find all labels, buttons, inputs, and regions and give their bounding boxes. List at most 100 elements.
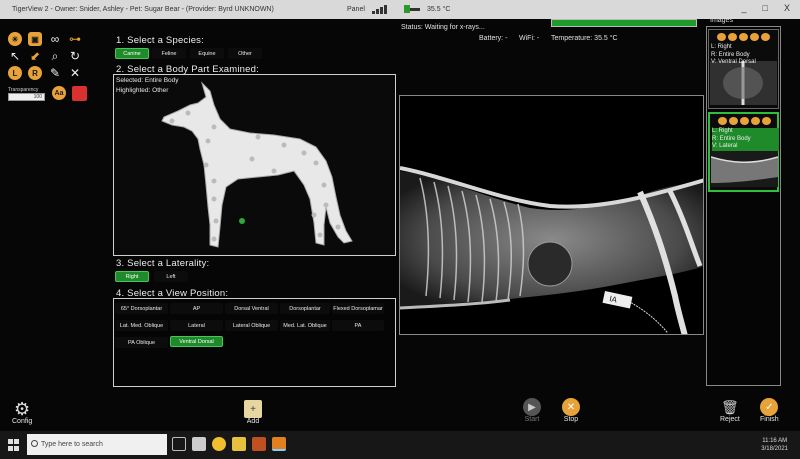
config-label: Config [12, 418, 33, 425]
gear-icon: ⚙ [14, 398, 31, 419]
panel-label: Panel [347, 6, 365, 13]
chrome-icon[interactable] [212, 437, 226, 451]
checkmark-icon: ✓ [760, 398, 779, 416]
tool-palette: ☀ ▣ ∞ ⊶ ↖ ⬋ ⌕ ↻ L R ✎ ✕ [8, 32, 93, 83]
thumb-tool-icon[interactable] [740, 117, 749, 125]
thumb-tool-icon[interactable] [728, 33, 737, 41]
search-placeholder: Type here to search [41, 441, 103, 448]
status-progress-bar [551, 19, 697, 27]
thumb-tool-icon[interactable] [718, 117, 727, 125]
add-button[interactable]: + Add [244, 400, 262, 425]
stop-icon: ✕ [562, 398, 580, 416]
clock-date: 3/18/2021 [761, 446, 788, 452]
dog-body-map[interactable] [154, 75, 354, 255]
battery-status: Battery: - [479, 35, 508, 42]
add-label: Add [246, 418, 260, 425]
search-icon [31, 440, 38, 447]
view-option-lateral[interactable]: Lateral [170, 320, 223, 331]
laterality-option-left[interactable]: Left [154, 271, 188, 282]
image-thumbnail-2[interactable]: L: Right R: Entire Body V: Lateral [708, 112, 779, 192]
text-tool-icon[interactable]: Aa [52, 86, 66, 100]
maximize-button[interactable]: □ [763, 3, 768, 13]
species-option-feline[interactable]: Feline [152, 48, 186, 59]
signal-icon [372, 4, 392, 14]
view-option-lat-med-oblique[interactable]: Lat. Med. Oblique [115, 320, 168, 331]
reject-label: Reject [720, 416, 740, 423]
clock-time: 11:16 AM [762, 438, 788, 444]
trash-icon: 🗑 [721, 398, 739, 415]
finish-label: Finish [760, 416, 779, 423]
view-option-dorsoplantar[interactable]: Dorsoplantar [280, 303, 330, 314]
finish-button[interactable]: ✓ Finish [760, 398, 779, 423]
window-title: TigerView 2 - Owner: Snider, Ashley - Pe… [12, 6, 274, 13]
thumb-view: V: Ventral Dorsal [711, 59, 756, 65]
species-option-other[interactable]: Other [228, 48, 262, 59]
crop-tool-icon[interactable]: ▣ [28, 32, 42, 46]
glasses-tool-icon[interactable]: ∞ [48, 32, 62, 46]
image-thumbnail-1[interactable]: L: Right R: Entire Body V: Ventral Dorsa… [708, 29, 779, 109]
view-option-ventral-dorsal[interactable]: Ventral Dorsal [170, 336, 223, 347]
brightness-tool-icon[interactable]: ☀ [8, 32, 22, 46]
reject-button[interactable]: 🗑 Reject [720, 398, 740, 424]
rotate-tool-icon[interactable]: ↻ [68, 49, 82, 63]
task-view-icon[interactable] [172, 437, 186, 451]
windows-start-icon[interactable] [8, 439, 20, 451]
transparency-input[interactable]: 100 [8, 93, 45, 101]
view-option-flexed-dorsoplamar[interactable]: Flexed Dorsoplamar [332, 303, 384, 314]
thumb-region: R: Entire Body [712, 135, 751, 142]
thumb-region: R: Entire Body [711, 51, 750, 58]
temperature-status: Temperature: 35.5 °C [551, 35, 618, 42]
store-icon[interactable] [192, 437, 206, 451]
start-label: Start [524, 416, 540, 423]
laterality-heading: 3. Select a Laterality: [116, 258, 210, 269]
bone-tool-icon[interactable]: ⊶ [68, 32, 82, 46]
tigerview-app-icon[interactable] [272, 437, 286, 451]
play-icon: ▶ [523, 398, 541, 416]
right-marker-icon[interactable]: R [28, 66, 42, 80]
stop-button[interactable]: ✕ Stop [562, 398, 580, 423]
file-explorer-icon[interactable] [232, 437, 246, 451]
config-button[interactable]: ⚙ Config [12, 398, 33, 426]
zoom-tool-icon[interactable]: ⌕ [48, 49, 62, 63]
thumb-tool-icon[interactable] [762, 117, 771, 125]
measure-tool-icon[interactable]: ✕ [68, 66, 82, 80]
left-marker-icon[interactable]: L [8, 66, 22, 80]
view-option-pa-oblique[interactable]: PA Oblique [115, 337, 168, 348]
view-option-dorsal-ventral[interactable]: Dorsal Ventral [225, 303, 278, 314]
color-swatch[interactable] [72, 86, 87, 101]
window-titlebar: TigerView 2 - Owner: Snider, Ashley - Pe… [0, 0, 800, 19]
body-part-panel: Selected: Entire Body Highlighted: Other [113, 74, 396, 256]
thumb-tool-icon[interactable] [729, 117, 738, 125]
stop-label: Stop [563, 416, 579, 423]
species-option-canine[interactable]: Canine [115, 48, 149, 59]
laterality-option-right[interactable]: Right [115, 271, 149, 282]
temperature-small: 35.5 °C [427, 6, 451, 13]
taskbar-search-input[interactable]: Type here to search [27, 434, 167, 455]
thumb-view: V: Lateral [712, 143, 738, 149]
thumb-tool-icon[interactable] [761, 33, 770, 41]
add-image-icon: + [244, 400, 262, 418]
pen-tool-icon[interactable]: ✎ [48, 66, 62, 80]
species-option-equine[interactable]: Equine [190, 48, 224, 59]
app-icon[interactable] [252, 437, 266, 451]
close-button[interactable]: X [784, 3, 790, 13]
xray-viewer[interactable]: IA [399, 95, 704, 335]
view-option-med-lat-oblique[interactable]: Med. Lat. Oblique [280, 320, 330, 331]
thumb-tool-icon[interactable] [717, 33, 726, 41]
pointer-tool-icon[interactable]: ↖ [8, 49, 22, 63]
view-option-lateral-oblique[interactable]: Lateral Oblique [225, 320, 278, 331]
view-option-pa[interactable]: PA [332, 320, 384, 331]
images-panel: L: Right R: Entire Body V: Ventral Dorsa… [706, 26, 781, 386]
minimize-button[interactable]: _ [742, 3, 747, 13]
thumb-tool-icon[interactable] [739, 33, 748, 41]
view-option-ap[interactable]: AP [170, 303, 223, 314]
panel-slider[interactable] [404, 5, 420, 13]
arrow-tool-icon[interactable]: ⬋ [28, 49, 42, 63]
thumb-tool-icon[interactable] [751, 117, 760, 125]
wifi-status: WiFi: - [519, 35, 540, 42]
xray-image: IA [400, 166, 703, 334]
thumb-tool-icon[interactable] [750, 33, 759, 41]
view-option-65-dorsoplantar[interactable]: 65° Dorsoplantar [115, 303, 168, 314]
start-button[interactable]: ▶ Start [523, 398, 541, 423]
system-clock[interactable]: 11:16 AM 3/18/2021 [761, 437, 788, 453]
